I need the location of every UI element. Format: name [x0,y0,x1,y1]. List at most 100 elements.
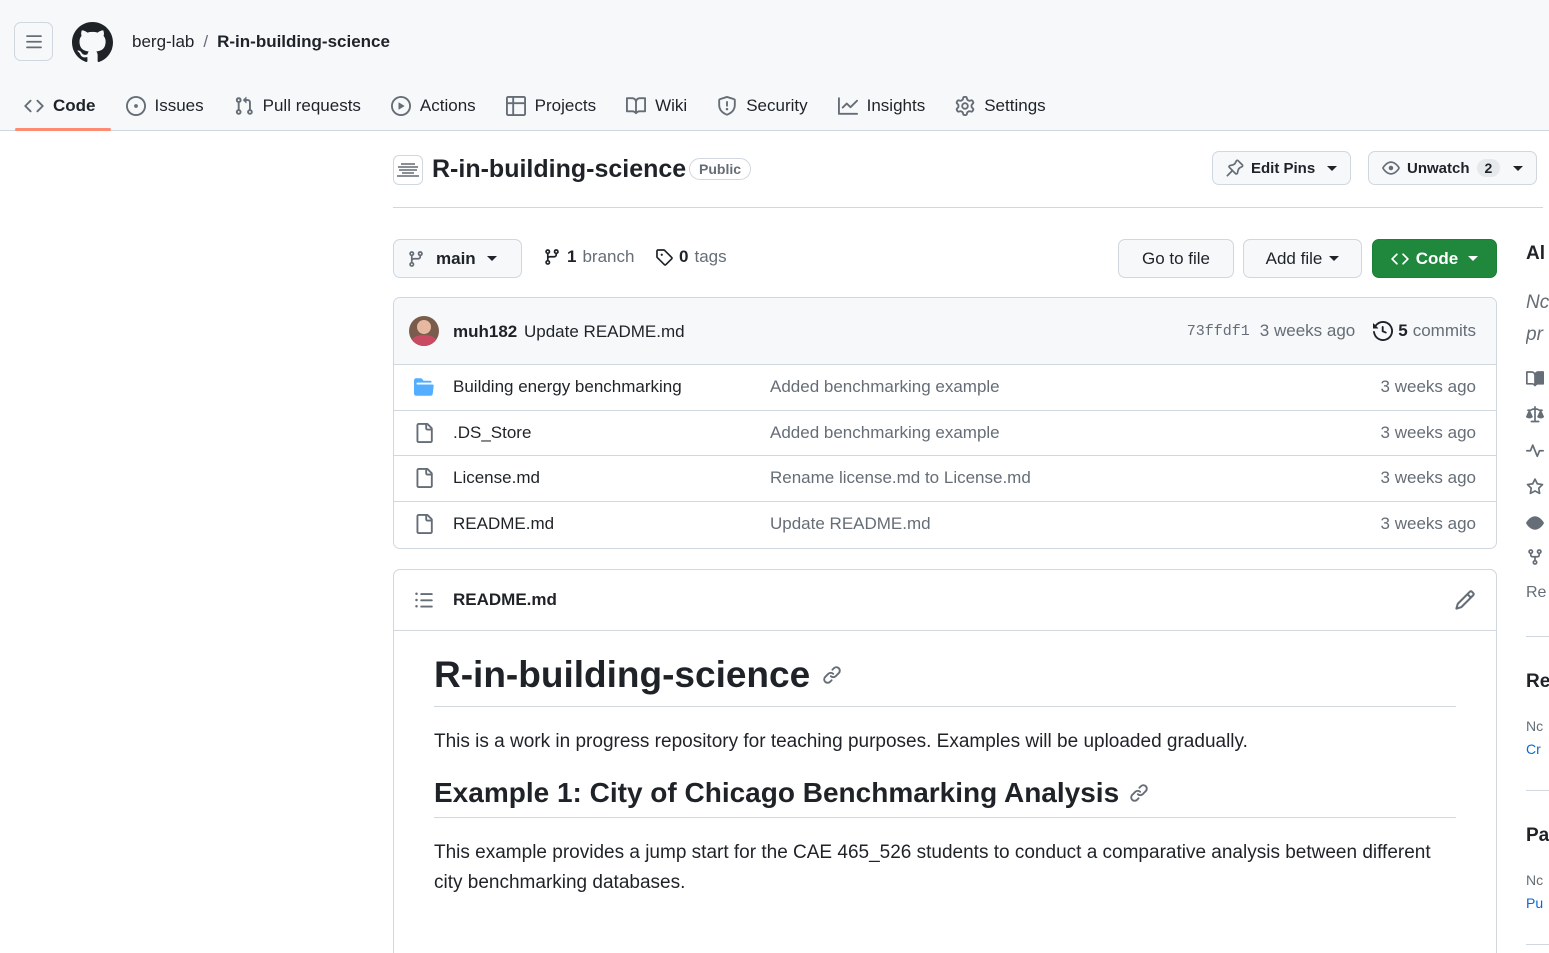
tab-issues[interactable]: Issues [111,80,219,131]
github-logo-icon[interactable] [72,22,113,63]
tag-label: tags [694,247,727,266]
tab-insights-label: Insights [866,95,926,115]
go-to-file-button[interactable]: Go to file [1118,239,1234,278]
git-pull-request-icon [235,96,253,115]
file-name[interactable]: .DS_Store [453,423,531,443]
pulse-icon[interactable] [1526,442,1544,460]
publish-package-link[interactable]: Pu [1526,895,1543,911]
readme-panel: README.md R-in-building-science This is … [393,569,1497,953]
code-icon [24,99,44,112]
file-name[interactable]: Building energy benchmarking [453,377,682,397]
releases-heading[interactable]: Re [1526,671,1549,693]
packages-heading[interactable]: Pa [1526,825,1549,847]
app-header: berg-lab / R-in-building-science Code Is… [0,0,1549,131]
readme-example-text: This example provides a jump start for t… [434,842,1431,893]
unwatch-button[interactable]: Unwatch 2 [1368,151,1538,185]
tab-actions[interactable]: Actions [376,80,491,131]
breadcrumb-owner[interactable]: berg-lab [132,32,194,52]
commits-link[interactable]: 5 commits [1373,321,1476,341]
tab-code[interactable]: Code [9,80,111,131]
about-description-line-2: pr [1526,324,1543,345]
tab-insights[interactable]: Insights [823,80,941,131]
list-unordered-icon[interactable] [414,590,434,610]
commit-sha[interactable]: 73ffdf1 [1187,323,1250,340]
tab-wiki-label: Wiki [655,95,688,115]
gear-icon [955,95,975,116]
shield-icon [718,95,736,116]
tags-link[interactable]: 0 tags [655,247,727,267]
folder-icon [414,378,434,396]
file-age: 3 weeks ago [1380,422,1476,442]
repo-forked-icon[interactable] [1526,548,1544,566]
tab-security[interactable]: Security [702,80,822,131]
book-icon [626,96,647,114]
unwatch-label: Unwatch [1407,159,1470,177]
file-row[interactable]: README.md Update README.md 3 weeks ago [394,502,1496,548]
branch-name: main [436,248,476,268]
releases-none-text: Nc [1526,718,1544,734]
tab-wiki[interactable]: Wiki [611,80,702,131]
code-icon [1391,252,1409,265]
file-commit-message[interactable]: Added benchmarking example [770,423,1000,443]
go-to-file-label: Go to file [1141,248,1211,268]
tab-settings[interactable]: Settings [940,80,1060,131]
create-release-link[interactable]: Cr [1526,741,1541,757]
file-row[interactable]: Building energy benchmarking Added bench… [394,365,1496,411]
issue-opened-icon [125,95,146,116]
commit-message[interactable]: Update README.md [524,322,685,342]
author-avatar[interactable] [409,316,439,346]
watch-count: 2 [1476,159,1501,177]
tab-pull-requests[interactable]: Pull requests [219,80,376,131]
law-icon[interactable] [1526,406,1544,424]
git-branch-icon [409,250,423,267]
table-icon [505,95,526,116]
eye-icon[interactable] [1526,514,1544,532]
file-row[interactable]: License.md Rename license.md to License.… [394,456,1496,502]
code-button[interactable]: Code [1372,239,1497,278]
file-commit-message[interactable]: Update README.md [770,514,931,534]
file-row[interactable]: .DS_Store Added benchmarking example 3 w… [394,411,1496,456]
tab-projects-label: Projects [534,95,597,115]
edit-pins-button[interactable]: Edit Pins [1212,151,1352,185]
graph-icon [837,96,858,115]
readme-filename[interactable]: README.md [453,590,557,610]
book-icon[interactable] [1526,370,1544,388]
link-icon[interactable] [822,665,842,685]
tab-issues-label: Issues [154,95,204,115]
about-description-line-1: Nc [1526,292,1549,313]
readme-example-title: Example 1: City of Chicago Benchmarking … [434,777,1120,808]
git-branch-icon [545,249,559,265]
branch-select-button[interactable]: main [393,239,522,278]
report-repo-link[interactable]: Re [1526,584,1546,602]
code-button-label: Code [1415,248,1459,268]
file-name[interactable]: License.md [453,468,540,488]
visibility-badge: Public [689,158,752,180]
commit-count: 5 [1398,321,1408,340]
file-commit-message[interactable]: Rename license.md to License.md [770,468,1031,488]
commit-meta: 73ffdf1 3 weeks ago 5 commits [1187,321,1476,341]
branches-link[interactable]: 1 branch [543,247,634,267]
readme-content: R-in-building-science This is a work in … [434,654,1456,898]
breadcrumb-repo[interactable]: R-in-building-science [217,32,390,52]
breadcrumb: berg-lab / R-in-building-science [132,32,390,52]
packages-none-text: Nc [1526,872,1544,888]
file-commit-message[interactable]: Added benchmarking example [770,377,1000,397]
file-icon [416,513,433,534]
readme-heading-1: R-in-building-science [434,654,1456,707]
add-file-button[interactable]: Add file [1243,239,1362,278]
readme-header: README.md [394,570,1496,631]
link-icon[interactable] [1129,783,1149,803]
star-icon[interactable] [1526,478,1544,496]
hamburger-icon[interactable] [14,22,53,61]
readme-heading-2: Example 1: City of Chicago Benchmarking … [434,777,1456,818]
tab-pull-requests-label: Pull requests [262,95,361,115]
file-name[interactable]: README.md [453,514,554,534]
tab-security-label: Security [746,95,808,115]
repo-title[interactable]: R-in-building-science [432,155,686,184]
repo-owner-avatar[interactable] [393,155,423,185]
sidebar-divider [1526,790,1549,791]
tab-projects[interactable]: Projects [491,80,611,131]
pencil-icon[interactable] [1454,589,1476,611]
commit-author[interactable]: muh182 [453,322,517,342]
latest-commit-bar: muh182 Update README.md 73ffdf1 3 weeks … [394,298,1496,365]
